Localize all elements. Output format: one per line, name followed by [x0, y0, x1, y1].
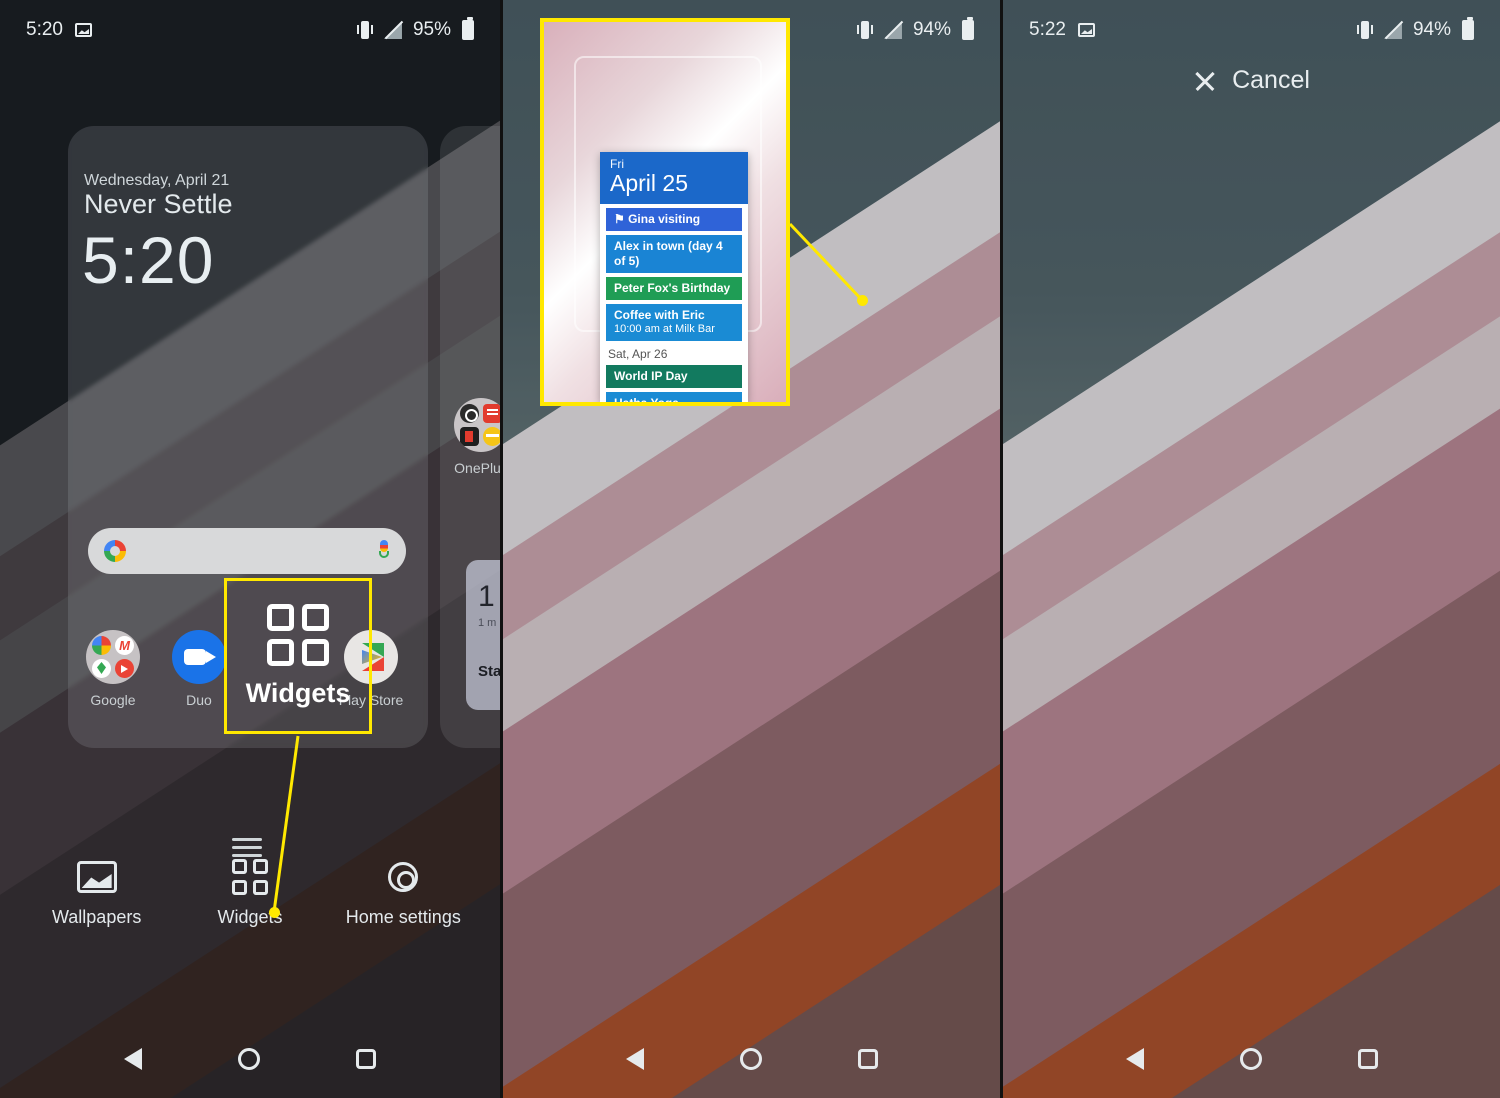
back-icon[interactable]	[124, 1048, 142, 1070]
callout-leader-dot	[269, 907, 280, 918]
calendar-date: April 25	[610, 170, 688, 197]
status-time: 5:22	[1029, 19, 1066, 40]
no-signal-icon	[1384, 21, 1402, 39]
zen-widget-partial[interactable]: 1 1 m Sta	[466, 560, 500, 710]
lockscreen-tagline: Never Settle	[84, 189, 233, 219]
google-folder-icon	[86, 630, 140, 684]
battery-percent: 95%	[412, 19, 451, 40]
cancel-button[interactable]: Cancel	[1003, 66, 1500, 95]
battery-percent: 94%	[912, 19, 951, 40]
calendar-event: ⚑ Gina visiting	[606, 208, 742, 232]
vibrate-icon	[1356, 20, 1373, 40]
calendar-widget-magnified-callout: Fri April 25 ⚑ Gina visiting Alex in tow…	[540, 18, 790, 406]
status-time: 5:20	[26, 19, 63, 40]
app-oneplus[interactable]: OnePlus	[438, 398, 500, 476]
calendar-section: Sat, Apr 26	[608, 347, 668, 362]
calendar-event: Hatha Yoga 11:00 am at Air Yoga	[606, 392, 742, 402]
navigation-bar	[1003, 1020, 1500, 1098]
calendar-widget-magnified: Fri April 25 ⚑ Gina visiting Alex in tow…	[600, 152, 748, 402]
recents-icon[interactable]	[356, 1049, 376, 1069]
wallpaper-icon	[76, 861, 117, 893]
no-signal-icon	[384, 21, 402, 39]
duo-icon	[172, 630, 226, 684]
recents-icon[interactable]	[857, 1049, 878, 1069]
battery-icon	[962, 17, 974, 40]
home-icon[interactable]	[238, 1048, 260, 1070]
battery-icon	[462, 17, 474, 40]
no-signal-icon	[884, 21, 902, 39]
back-icon[interactable]	[1125, 1048, 1144, 1070]
panel-widget-placed: 5:22 94% Cancel Wed Apr 21 No events sch…	[1000, 0, 1500, 1098]
calendar-event: Coffee with Eric 10:00 am at Milk Bar	[606, 304, 742, 342]
widgets-callout-label: Widgets	[245, 677, 351, 708]
battery-icon	[1462, 17, 1474, 40]
menu-item-wallpapers[interactable]: Wallpapers	[22, 855, 172, 928]
back-icon[interactable]	[625, 1048, 644, 1070]
google-search-bar[interactable]	[88, 528, 406, 574]
home-longpress-menu: Wallpapers Widgets Home settings	[20, 855, 480, 928]
zen-minutes-value: 1	[478, 580, 495, 613]
lockscreen-date: Wednesday, April 21	[84, 172, 230, 189]
status-bar: 5:20 95%	[0, 0, 500, 60]
vibrate-icon	[356, 20, 373, 40]
image-icon	[74, 23, 92, 37]
widgets-callout-tile[interactable]: Widgets	[224, 578, 372, 734]
widgets-grid-icon	[231, 859, 268, 895]
battery-percent: 94%	[1412, 19, 1451, 40]
navigation-bar	[503, 1020, 1000, 1098]
menu-label: Home settings	[345, 907, 461, 927]
calendar-event: World IP Day	[606, 365, 742, 389]
screenshot-stage: 5:20 95% Wednesday, April 21 Never Settl…	[0, 0, 1500, 1098]
navigation-bar	[0, 1020, 500, 1098]
calendar-header: Fri April 25	[600, 152, 748, 205]
menu-label: Widgets	[217, 907, 283, 927]
recents-icon[interactable]	[1357, 1049, 1378, 1069]
calendar-event: Alex in town (day 4 of 5)	[606, 235, 742, 274]
image-icon	[1077, 23, 1095, 37]
menu-label: Wallpapers	[51, 907, 142, 927]
app-label: Google	[90, 692, 136, 708]
gear-icon	[384, 858, 422, 896]
panel-home-screen-menu: 5:20 95% Wednesday, April 21 Never Settl…	[0, 0, 500, 1098]
vibrate-icon	[856, 20, 873, 40]
close-icon	[1193, 69, 1217, 93]
app-label: OnePlus	[454, 460, 500, 476]
calendar-event: Peter Fox's Birthday	[606, 277, 742, 301]
cancel-label: Cancel	[1232, 66, 1310, 94]
oneplus-folder-icon	[454, 398, 500, 452]
status-bar: 5:22 94%	[1003, 0, 1500, 60]
home-icon[interactable]	[739, 1048, 762, 1070]
widgets-grid-icon	[267, 603, 329, 666]
menu-item-home-settings[interactable]: Home settings	[328, 855, 478, 928]
calendar-day: Fri	[610, 157, 624, 171]
menu-item-widgets[interactable]: Widgets	[175, 855, 325, 928]
google-g-icon	[104, 540, 126, 562]
home-icon[interactable]	[1239, 1048, 1262, 1070]
app-google[interactable]: Google	[70, 630, 156, 708]
lockscreen-clock: 5:20	[82, 223, 215, 297]
mag-leader-dot	[857, 295, 868, 306]
microphone-icon[interactable]	[378, 540, 390, 562]
